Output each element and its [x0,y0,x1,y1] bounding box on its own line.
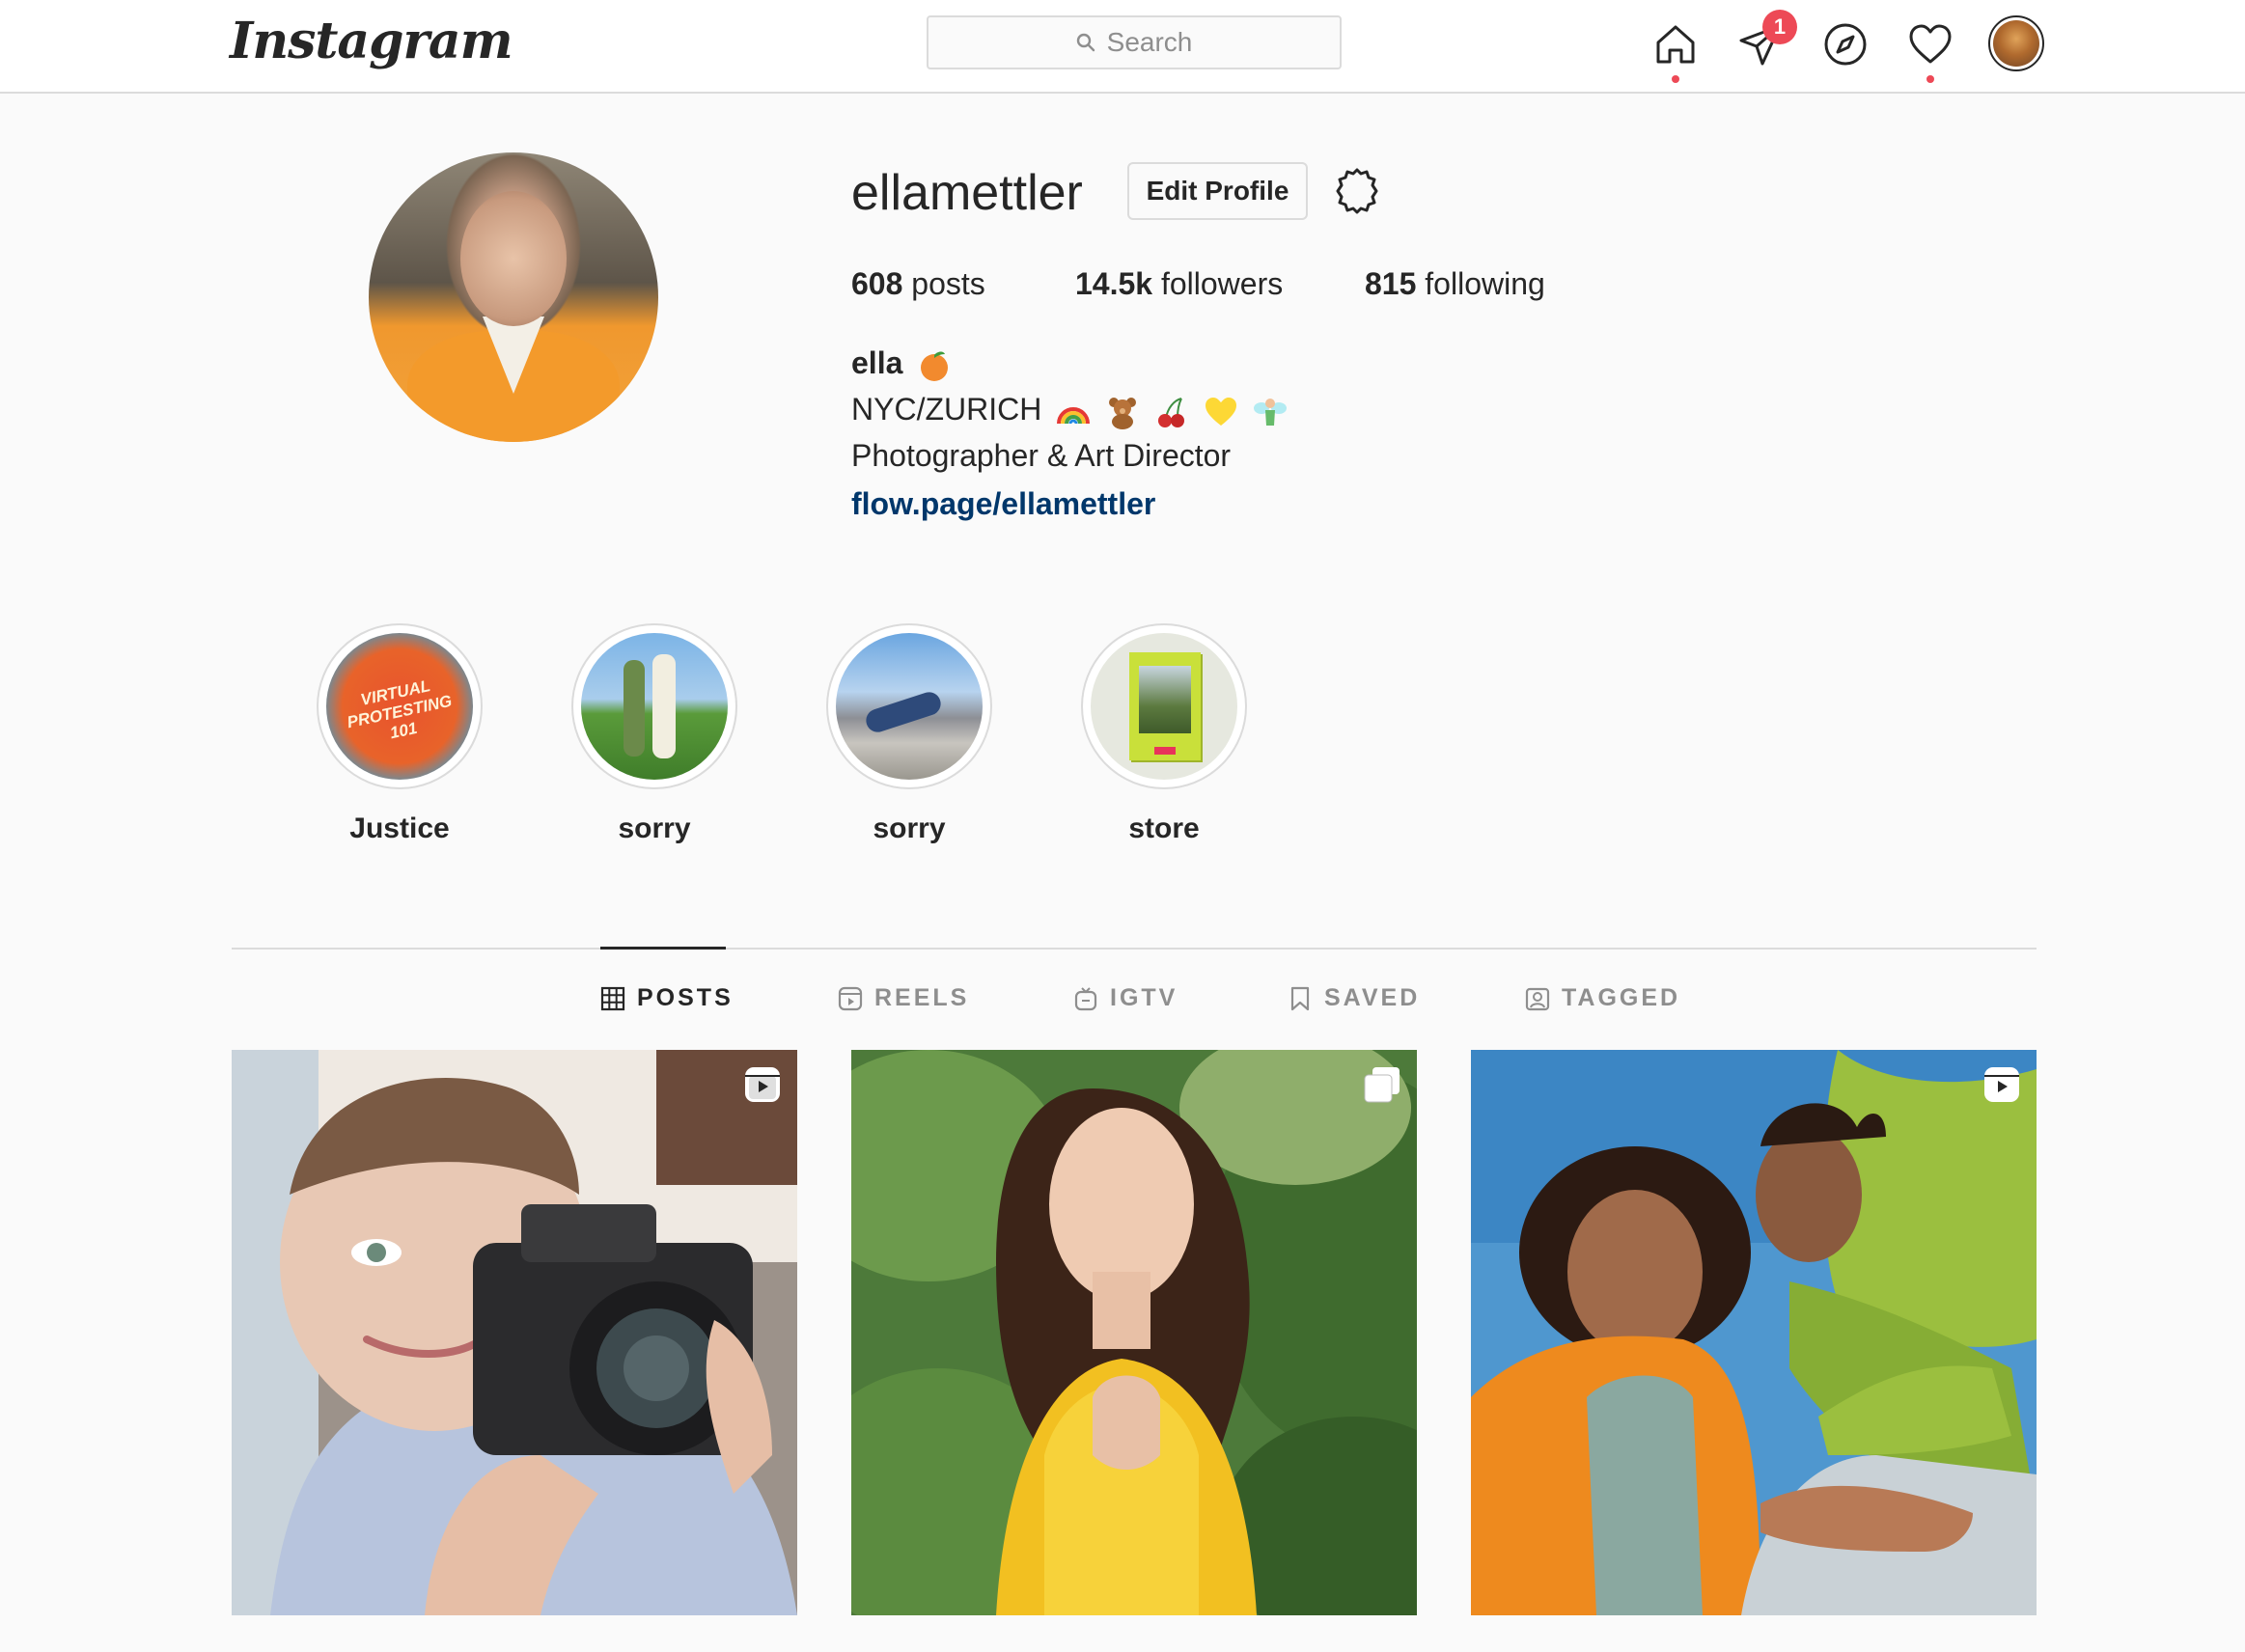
highlight-ring [1081,623,1247,789]
post-thumbnail[interactable] [232,1050,797,1615]
followers-stat[interactable]: 14.5k followers [1075,266,1283,302]
tab-reels-label: REELS [874,984,970,1011]
edit-profile-button[interactable]: Edit Profile [1127,162,1308,220]
reel-icon [1984,1067,2019,1102]
story-highlight[interactable]: sorry [571,623,737,845]
following-label: following [1425,266,1545,301]
highlight-label: sorry [618,812,691,844]
tab-igtv[interactable]: IGTV [1073,984,1178,1012]
highlight-book-tab [1154,747,1176,755]
tagged-icon [1525,987,1550,1010]
messages-badge: 1 [1762,10,1797,44]
rainbow-emoji [1057,406,1091,424]
post-thumbnail[interactable] [851,1050,1417,1615]
highlight-cover [1091,633,1237,780]
activity-notification-dot [1926,75,1934,83]
avatar-image [1993,20,2039,67]
profile-username: ellamettler [851,165,1083,221]
reels-icon [838,986,863,1010]
search-input[interactable]: Search [927,15,1342,69]
highlight-cover [836,633,983,780]
active-tab-indicator [600,947,726,950]
highlight-ring [826,623,992,789]
cherries-emoji [1158,397,1184,427]
reel-icon [745,1067,780,1102]
bookmark-icon [1290,986,1310,1010]
tab-saved-label: SAVED [1324,984,1421,1011]
posts-label: posts [911,266,985,301]
search-icon [1076,33,1095,52]
bio-line-occupation: Photographer & Art Director [851,438,1232,473]
highlight-book [1129,652,1201,760]
tab-saved[interactable]: SAVED [1288,984,1420,1012]
highlight-book-photo [1139,666,1191,733]
profile-picture-detail [460,191,567,326]
tab-tagged[interactable]: TAGGED [1525,984,1680,1012]
tab-tagged-label: TAGGED [1562,984,1681,1011]
explore-icon [1824,23,1867,66]
story-highlight[interactable]: store [1081,623,1247,845]
post-thumbnail[interactable] [1471,1050,2037,1615]
igtv-icon [1074,986,1097,1010]
followers-count: 14.5k [1075,266,1153,301]
post-image [232,1050,797,1615]
highlight-ring: VIRTUAL PROTESTING 101 [317,623,483,789]
highlight-figure [624,660,645,757]
home-icon [1656,25,1695,64]
following-stat[interactable]: 815 following [1365,266,1545,302]
tab-posts-label: POSTS [637,984,734,1011]
bio-location-text: NYC/ZURICH [851,392,1042,427]
explore-button[interactable] [1818,17,1872,71]
fairy-emoji [1253,398,1287,426]
highlight-figure [652,654,676,758]
tab-igtv-label: IGTV [1110,984,1178,1011]
settings-gear-icon [1336,168,1378,214]
post-image [851,1050,1417,1615]
yellow-heart-emoji [1205,397,1236,426]
followers-label: followers [1160,266,1284,301]
highlight-cover [581,633,728,780]
posts-count: 608 [851,266,903,301]
top-navigation-bar: Instagram Search 1 [0,0,2245,94]
grid-icon [600,986,625,1010]
teddy-bear-emoji [1109,397,1137,429]
story-highlight[interactable]: sorry [826,623,992,845]
highlight-cover-text: VIRTUAL PROTESTING 101 [345,676,454,743]
activity-button[interactable] [1903,17,1957,83]
tab-reels[interactable]: REELS [838,984,969,1012]
highlight-label: sorry [873,812,946,844]
highlight-ring [571,623,737,789]
carousel-icon [1364,1067,1400,1103]
search-placeholder: Search [1106,27,1193,57]
posts-count-stat: 608 posts [851,266,985,302]
highlight-label: store [1128,812,1200,844]
home-notification-dot [1672,75,1679,83]
home-button[interactable] [1649,17,1703,83]
story-highlight[interactable]: VIRTUAL PROTESTING 101 Justice [317,623,483,845]
tabs-divider [232,948,2037,950]
profile-avatar[interactable] [1988,15,2044,71]
profile-full-name: ella [851,345,952,383]
bio-website-link[interactable]: flow.page/ellamettler [851,486,1155,522]
instagram-logo[interactable]: Instagram [230,12,513,70]
following-count: 815 [1365,266,1417,301]
settings-button[interactable] [1332,166,1382,216]
highlight-label: Justice [349,812,450,844]
peach-emoji [921,351,949,381]
bio-line-location: NYC/ZURICH [851,392,1288,429]
profile-picture[interactable] [369,152,658,442]
highlight-figure [863,689,944,735]
tab-posts[interactable]: POSTS [600,984,734,1012]
activity-heart-icon [1909,24,1952,64]
post-image [1471,1050,2037,1615]
full-name-text: ella [851,345,903,380]
highlight-cover: VIRTUAL PROTESTING 101 [326,633,473,780]
